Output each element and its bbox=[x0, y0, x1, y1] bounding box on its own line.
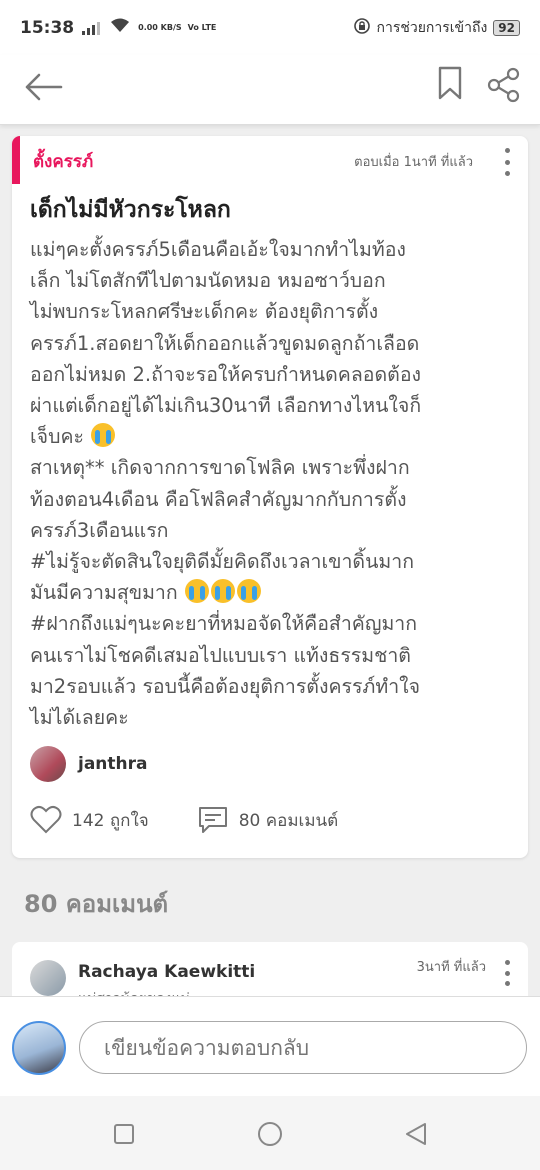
post-body-line: เจ็บคะ bbox=[30, 425, 84, 449]
post-body-line: สาเหตุ** เกิดจากการขาดโฟลิค เพราะพึ่งฝาก bbox=[30, 456, 410, 480]
recents-button[interactable] bbox=[110, 1120, 138, 1148]
app-bar bbox=[0, 55, 540, 125]
post-body-line: ครรภ์3เดือนแรก bbox=[30, 518, 169, 542]
comment-icon[interactable] bbox=[197, 804, 229, 836]
avatar[interactable] bbox=[30, 960, 66, 996]
post-body-line: คนเราไม่โชคดีเสมอไปแบบเรา แท้งธรรมชาติ bbox=[30, 643, 411, 667]
heart-icon[interactable] bbox=[30, 804, 62, 836]
volte-icon: Vo LTE bbox=[187, 22, 217, 32]
category-accent bbox=[12, 136, 20, 184]
post-category[interactable]: ตั้งครรภ์ bbox=[33, 148, 93, 175]
triangle-back-icon bbox=[406, 1123, 426, 1145]
wifi-icon bbox=[110, 18, 130, 38]
post-time: ตอบเมื่อ 1นาที ที่แล้ว bbox=[354, 155, 473, 170]
post-body-line: ท้องตอน4เดือน คือโฟลิคสำคัญมากกับการตั้ง bbox=[30, 487, 407, 511]
like-count[interactable]: 142 ถูกใจ bbox=[72, 807, 149, 834]
bookmark-icon bbox=[438, 66, 462, 100]
back-arrow-icon bbox=[25, 73, 63, 101]
post-body-line: #ฝากถึงแม่ๆนะคะยาที่หมอจัดให้คือสำคัญมาก bbox=[30, 612, 418, 636]
lock-icon bbox=[354, 17, 371, 38]
bookmark-button[interactable] bbox=[432, 63, 468, 103]
comments-heading: 80 คอมเมนต์ bbox=[24, 890, 169, 918]
post-body-line: ครรภ์1.สอดยาให้เด็กออกแล้วขูดมดลูกถ้าเลื… bbox=[30, 331, 420, 355]
avatar bbox=[12, 1021, 66, 1075]
post-body-line: ไม่ได้เลยคะ bbox=[30, 706, 129, 730]
crying-emoji-icon bbox=[184, 579, 209, 604]
comment-time: 3นาที ที่แล้ว bbox=[416, 960, 486, 975]
back-button[interactable] bbox=[22, 65, 66, 109]
post-body-line: #ไม่รู้จะตัดสินใจยุติดีมั้ยคิดถึงเวลาเขา… bbox=[30, 550, 415, 574]
back-nav-button[interactable] bbox=[402, 1120, 430, 1148]
signal-icon bbox=[82, 21, 101, 35]
post-actions: 142 ถูกใจ 80 คอมเมนต์ bbox=[30, 804, 338, 836]
reply-input[interactable] bbox=[79, 1021, 527, 1074]
avatar bbox=[30, 746, 66, 782]
crying-emoji-icon bbox=[236, 579, 261, 604]
home-button[interactable] bbox=[256, 1120, 284, 1148]
post-body: แม่ๆคะตั้งครรภ์5เดือนคือเอ้ะใจมากทำไมท้อ… bbox=[30, 234, 520, 733]
crying-emoji-icon bbox=[91, 423, 116, 448]
post-body-line: แม่ๆคะตั้งครรภ์5เดือนคือเอ้ะใจมากทำไมท้อ… bbox=[30, 238, 406, 261]
comment-count[interactable]: 80 คอมเมนต์ bbox=[239, 807, 339, 834]
author-name: janthra bbox=[78, 754, 148, 774]
more-options-icon[interactable] bbox=[500, 148, 514, 176]
post-body-line: ออกไม่หมด 2.ถ้าจะรอให้ครบกำหนดคลอดต้อง bbox=[30, 362, 422, 386]
post-author[interactable]: janthra bbox=[30, 746, 148, 782]
comment-card: Rachaya Kaewkitti 3นาที ที่แล้ว แม่สาวน้… bbox=[12, 942, 528, 1002]
share-button[interactable] bbox=[482, 63, 526, 107]
share-icon bbox=[487, 67, 520, 103]
battery-icon: 92 bbox=[493, 19, 520, 36]
accessibility-label: การช่วยการเข้าถึง bbox=[376, 19, 488, 36]
post-title: เด็กไม่มีหัวกระโหลก bbox=[30, 197, 231, 223]
crying-emoji-icon bbox=[210, 579, 235, 604]
post-card: ตั้งครรภ์ ตอบเมื่อ 1นาที ที่แล้ว เด็กไม่… bbox=[12, 136, 528, 858]
post-body-line: มา2รอบแล้ว รอบนี้คือต้องยุติการตั้งครรภ์… bbox=[30, 674, 421, 698]
net-speed: 0.00 KB/S bbox=[138, 22, 182, 32]
system-nav-bar bbox=[0, 1096, 540, 1170]
clock: 15:38 bbox=[20, 17, 75, 38]
post-body-line: เล็ก ไม่โตสักทีไปตามนัดหมอ หมอซาว์บอก bbox=[30, 269, 386, 293]
post-body-line: ผ่าแต่เด็กอยู่ได้ไม่เกิน30นาที เลือกทางไ… bbox=[30, 394, 422, 418]
post-body-line: มันมีความสุขมาก bbox=[30, 581, 178, 605]
square-icon bbox=[114, 1124, 134, 1144]
more-options-icon[interactable] bbox=[500, 960, 514, 986]
status-bar: 15:38 0.00 KB/S Vo LTE การช่วยการเข้าถึง… bbox=[0, 0, 540, 55]
post-body-line: ไม่พบกระโหลกศรีษะเด็กคะ ต้องยุติการตั้ง bbox=[30, 300, 379, 324]
circle-icon bbox=[258, 1122, 282, 1146]
reply-bar bbox=[0, 996, 540, 1096]
commenter-name[interactable]: Rachaya Kaewkitti bbox=[78, 962, 255, 982]
